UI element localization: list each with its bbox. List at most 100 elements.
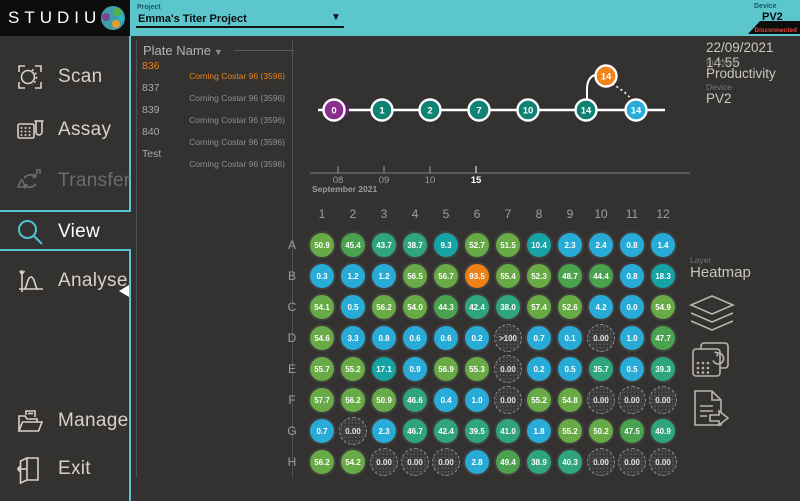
well-B10[interactable]: 44.4 bbox=[587, 262, 615, 290]
timeline-node-green[interactable]: 2 bbox=[420, 100, 441, 121]
well-B6[interactable]: 93.5 bbox=[463, 262, 491, 290]
sidebar-item-scan[interactable]: Scan bbox=[15, 60, 103, 94]
well-A9[interactable]: 2.3 bbox=[556, 231, 584, 259]
well-A10[interactable]: 2.4 bbox=[587, 231, 615, 259]
well-E9[interactable]: 0.5 bbox=[556, 355, 584, 383]
well-D4[interactable]: 0.6 bbox=[401, 324, 429, 352]
well-F12[interactable]: 0.00 bbox=[649, 386, 677, 414]
plate-list-item[interactable]: 839Corning Costar 96 (3596) bbox=[137, 104, 292, 126]
well-C7[interactable]: 38.0 bbox=[494, 293, 522, 321]
well-H5[interactable]: 0.00 bbox=[432, 448, 460, 476]
well-E6[interactable]: 55.3 bbox=[463, 355, 491, 383]
well-D2[interactable]: 3.3 bbox=[339, 324, 367, 352]
well-G11[interactable]: 47.5 bbox=[618, 417, 646, 445]
plate-list-item[interactable]: 837Corning Costar 96 (3596) bbox=[137, 82, 292, 104]
well-C10[interactable]: 4.2 bbox=[587, 293, 615, 321]
well-E2[interactable]: 55.2 bbox=[339, 355, 367, 383]
well-G4[interactable]: 46.7 bbox=[401, 417, 429, 445]
project-dropdown[interactable]: Emma's Titer Project bbox=[138, 13, 247, 25]
well-B4[interactable]: 56.5 bbox=[401, 262, 429, 290]
chevron-down-icon[interactable]: ▼ bbox=[331, 12, 341, 23]
well-F2[interactable]: 56.2 bbox=[339, 386, 367, 414]
export-report-button[interactable] bbox=[692, 390, 730, 428]
well-A12[interactable]: 1.4 bbox=[649, 231, 677, 259]
well-C5[interactable]: 44.3 bbox=[432, 293, 460, 321]
plate-list-item[interactable]: TestCorning Costar 96 (3596) bbox=[137, 148, 292, 170]
well-D6[interactable]: 0.2 bbox=[463, 324, 491, 352]
well-H9[interactable]: 40.3 bbox=[556, 448, 584, 476]
well-C4[interactable]: 54.0 bbox=[401, 293, 429, 321]
well-A3[interactable]: 43.7 bbox=[370, 231, 398, 259]
well-F8[interactable]: 55.2 bbox=[525, 386, 553, 414]
well-B2[interactable]: 1.2 bbox=[339, 262, 367, 290]
well-H3[interactable]: 0.00 bbox=[370, 448, 398, 476]
well-A6[interactable]: 52.7 bbox=[463, 231, 491, 259]
well-H11[interactable]: 0.00 bbox=[618, 448, 646, 476]
well-E12[interactable]: 39.3 bbox=[649, 355, 677, 383]
well-E3[interactable]: 17.1 bbox=[370, 355, 398, 383]
well-F5[interactable]: 0.4 bbox=[432, 386, 460, 414]
well-D5[interactable]: 0.6 bbox=[432, 324, 460, 352]
well-A4[interactable]: 38.7 bbox=[401, 231, 429, 259]
well-H6[interactable]: 2.8 bbox=[463, 448, 491, 476]
timeline-node-green[interactable]: 14 bbox=[576, 100, 597, 121]
well-E1[interactable]: 55.7 bbox=[308, 355, 336, 383]
well-D9[interactable]: 0.1 bbox=[556, 324, 584, 352]
well-G10[interactable]: 50.2 bbox=[587, 417, 615, 445]
well-H12[interactable]: 0.00 bbox=[649, 448, 677, 476]
well-F7[interactable]: 0.00 bbox=[494, 386, 522, 414]
timeline-node-purple[interactable]: 0 bbox=[324, 100, 345, 121]
well-E11[interactable]: 0.5 bbox=[618, 355, 646, 383]
well-A8[interactable]: 10.4 bbox=[525, 231, 553, 259]
well-D8[interactable]: 0.7 bbox=[525, 324, 553, 352]
well-G12[interactable]: 40.9 bbox=[649, 417, 677, 445]
well-B3[interactable]: 1.2 bbox=[370, 262, 398, 290]
well-C2[interactable]: 0.5 bbox=[339, 293, 367, 321]
sidebar-item-view[interactable]: View bbox=[15, 215, 100, 249]
well-C12[interactable]: 54.9 bbox=[649, 293, 677, 321]
well-C3[interactable]: 56.2 bbox=[370, 293, 398, 321]
well-G1[interactable]: 0.7 bbox=[308, 417, 336, 445]
well-G7[interactable]: 41.0 bbox=[494, 417, 522, 445]
well-E5[interactable]: 56.9 bbox=[432, 355, 460, 383]
well-D1[interactable]: 54.6 bbox=[308, 324, 336, 352]
well-G2[interactable]: 0.00 bbox=[339, 417, 367, 445]
well-C11[interactable]: 0.0 bbox=[618, 293, 646, 321]
well-D12[interactable]: 47.7 bbox=[649, 324, 677, 352]
well-A1[interactable]: 50.9 bbox=[308, 231, 336, 259]
well-F11[interactable]: 0.00 bbox=[618, 386, 646, 414]
plate-refresh-button[interactable] bbox=[692, 342, 730, 378]
well-G5[interactable]: 42.4 bbox=[432, 417, 460, 445]
well-H10[interactable]: 0.00 bbox=[587, 448, 615, 476]
well-H4[interactable]: 0.00 bbox=[401, 448, 429, 476]
timeline-node-blue[interactable]: 14 bbox=[626, 100, 647, 121]
well-F1[interactable]: 57.7 bbox=[308, 386, 336, 414]
well-F9[interactable]: 54.8 bbox=[556, 386, 584, 414]
plate-list-item[interactable]: 840Corning Costar 96 (3596) bbox=[137, 126, 292, 148]
well-B11[interactable]: 0.8 bbox=[618, 262, 646, 290]
plate-list-header[interactable]: Plate Name▼ bbox=[143, 43, 223, 58]
well-A7[interactable]: 51.5 bbox=[494, 231, 522, 259]
timeline-node-green[interactable]: 1 bbox=[372, 100, 393, 121]
well-H8[interactable]: 38.9 bbox=[525, 448, 553, 476]
well-B7[interactable]: 55.4 bbox=[494, 262, 522, 290]
well-A2[interactable]: 45.4 bbox=[339, 231, 367, 259]
well-D11[interactable]: 1.0 bbox=[618, 324, 646, 352]
well-D3[interactable]: 0.8 bbox=[370, 324, 398, 352]
well-B5[interactable]: 56.7 bbox=[432, 262, 460, 290]
well-B9[interactable]: 48.7 bbox=[556, 262, 584, 290]
timeline-node-green[interactable]: 10 bbox=[518, 100, 539, 121]
well-C8[interactable]: 57.4 bbox=[525, 293, 553, 321]
well-H7[interactable]: 49.4 bbox=[494, 448, 522, 476]
well-A5[interactable]: 9.3 bbox=[432, 231, 460, 259]
well-B12[interactable]: 18.3 bbox=[649, 262, 677, 290]
well-G8[interactable]: 1.8 bbox=[525, 417, 553, 445]
well-F4[interactable]: 46.6 bbox=[401, 386, 429, 414]
well-H2[interactable]: 54.2 bbox=[339, 448, 367, 476]
well-C1[interactable]: 54.1 bbox=[308, 293, 336, 321]
well-B8[interactable]: 52.3 bbox=[525, 262, 553, 290]
well-D10[interactable]: 0.00 bbox=[587, 324, 615, 352]
sidebar-item-transfer[interactable]: Transfer bbox=[15, 164, 130, 198]
timeline-node-orange[interactable]: 14 bbox=[596, 66, 617, 87]
well-E8[interactable]: 0.2 bbox=[525, 355, 553, 383]
